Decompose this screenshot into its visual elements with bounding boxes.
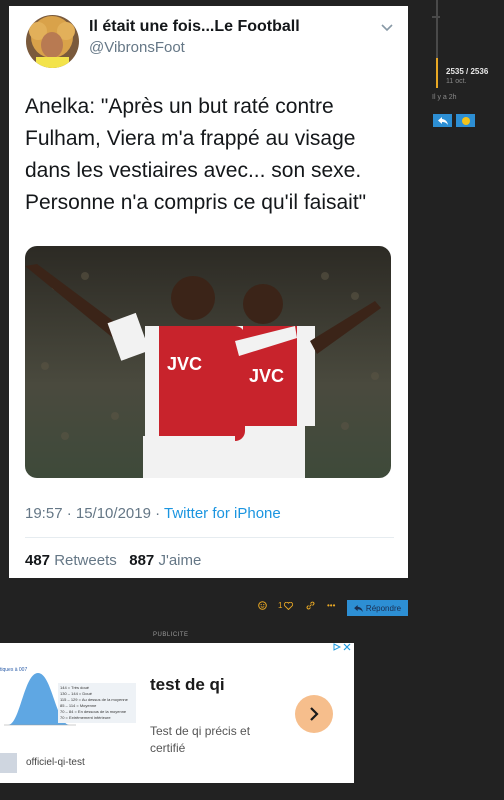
ad-chart-legend-item: 144 = Très doué [60, 685, 90, 690]
ad-chart-legend-item: 85 – 114 = Moyenne [60, 703, 97, 708]
smiley-icon [258, 601, 267, 610]
heart-icon [284, 601, 294, 610]
tweet-timestamp: 19:57 · 15/10/2019 · Twitter for iPhone [25, 505, 281, 522]
tweet-source-link[interactable]: Twitter for iPhone [164, 505, 281, 522]
author-name[interactable]: Il était une fois...Le Football [89, 18, 300, 36]
chevron-right-icon [310, 707, 319, 721]
ad-label: PUBLICITE [153, 632, 189, 638]
reply-shortcut-button[interactable] [433, 114, 452, 127]
ad-chart-legend-item: 130 – 144 = Doué [60, 691, 93, 696]
embedded-tweet: Il était une fois...Le Football @Vibrons… [9, 6, 408, 578]
advertisement[interactable]: tiques à 007 144 = Très doué 130 – 144 =… [0, 643, 354, 783]
ad-info-icon [333, 643, 341, 651]
close-icon [343, 643, 351, 651]
reply-icon [354, 604, 363, 612]
star-icon [461, 116, 470, 125]
chevron-down-icon[interactable] [380, 21, 394, 35]
ad-chart-legend-item: 70 – 84 = En dessous de la moyenne [60, 709, 127, 714]
advertiser-name[interactable]: officiel-qi-test [26, 757, 85, 768]
more-icon: ••• [327, 601, 336, 610]
ad-cta-button[interactable] [295, 695, 333, 733]
author-avatar[interactable] [26, 15, 79, 68]
retweets-count[interactable]: 487 [25, 552, 50, 569]
link-icon [306, 601, 315, 610]
divider [25, 537, 394, 538]
post-counter: 2535 / 2536 [446, 67, 489, 76]
reply-icon [437, 116, 448, 125]
reply-button[interactable]: Répondre [347, 600, 408, 616]
author-handle[interactable]: @VibronsFoot [89, 39, 185, 56]
tweet-photo[interactable]: JVC JVC [25, 246, 391, 478]
retweets-label[interactable]: Retweets [54, 552, 117, 569]
bookmark-shortcut-button[interactable] [456, 114, 475, 127]
tweet-text: Anelka: "Après un but raté contre Fulham… [25, 95, 367, 214]
like-button[interactable]: 1 [278, 601, 294, 610]
tweet-time[interactable]: 19:57 · 15/10/2019 · [25, 505, 164, 522]
timeline-progress [436, 58, 438, 88]
more-options-button[interactable]: ••• [327, 601, 335, 610]
ad-chart-legend-item: 115 – 129 = Au dessus de la moyenne [60, 697, 129, 702]
like-count: 1 [278, 601, 283, 610]
likes-label[interactable]: J'aime [158, 552, 201, 569]
last-post-ago[interactable]: Il y a 2h [432, 94, 457, 101]
ad-image: tiques à 007 144 = Très doué 130 – 144 =… [0, 663, 140, 735]
ad-description: Test de qi précis et certifié [150, 724, 251, 755]
photo-sponsor-a: JVC [167, 354, 202, 374]
advertiser-logo [0, 753, 17, 773]
post-date: 11 oct. [446, 78, 467, 85]
ad-title[interactable]: test de qi [150, 675, 225, 695]
ad-chart-title: tiques à 007 [0, 667, 27, 673]
likes-count[interactable]: 887 [129, 552, 154, 569]
tweet-stats: 487 Retweets 887 J'aime [25, 552, 201, 569]
smiley-button[interactable] [258, 601, 267, 610]
permalink-button[interactable] [306, 601, 315, 610]
photo-sponsor-b: JVC [249, 366, 284, 386]
ad-chart-legend-item: 70 = Extrêmement inférieure [60, 715, 111, 720]
reply-label: Répondre [365, 603, 402, 613]
ad-choices[interactable] [333, 643, 351, 651]
